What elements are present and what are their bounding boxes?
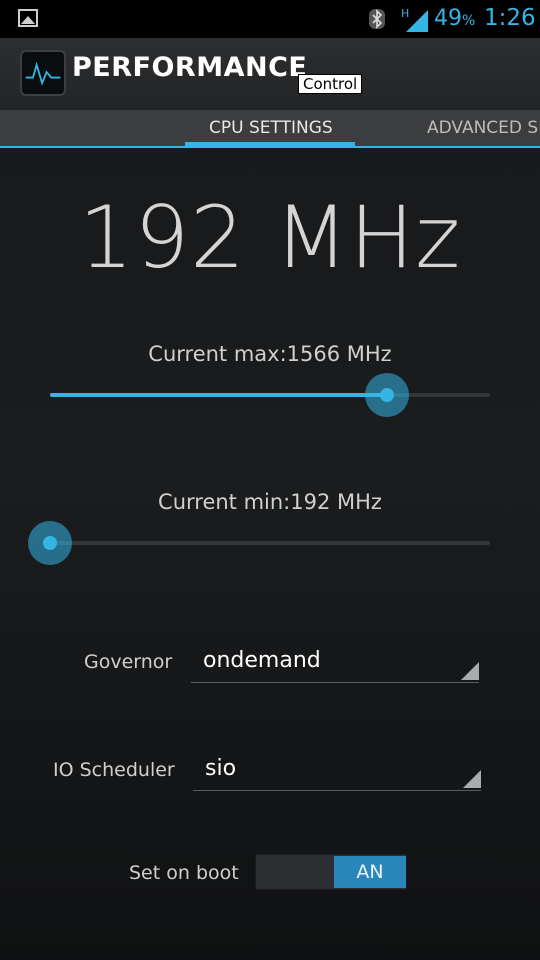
io-scheduler-dropdown[interactable]: sio	[193, 752, 481, 791]
io-scheduler-value: sio	[205, 756, 237, 781]
governor-value: ondemand	[203, 648, 321, 673]
action-bar: PERFORMANCE Control	[0, 38, 540, 110]
signal-icon: H	[401, 7, 428, 32]
tab-cpu-settings[interactable]: CPU SETTINGS	[209, 118, 333, 138]
set-on-boot-toggle[interactable]: AN	[255, 854, 407, 890]
app-title: PERFORMANCE	[72, 52, 308, 83]
max-frequency-label: Current max:1566 MHz	[148, 342, 392, 366]
battery-value: 49	[434, 6, 462, 31]
app-subtitle: Control	[298, 74, 363, 94]
battery-unit: %	[462, 13, 476, 29]
governor-dropdown[interactable]: ondemand	[191, 644, 479, 683]
set-on-boot-label: Set on boot	[129, 862, 239, 884]
network-type-label: H	[401, 7, 409, 20]
max-slider-fill	[50, 393, 387, 397]
tab-advanced-settings[interactable]: ADVANCED SE	[427, 118, 540, 138]
battery-percentage: 49%	[434, 6, 475, 31]
clock: 1:26	[484, 5, 536, 31]
min-frequency-slider[interactable]	[28, 521, 490, 565]
min-slider-thumb[interactable]	[28, 521, 72, 565]
current-frequency: 192 MHz	[78, 188, 462, 288]
min-frequency-label: Current min:192 MHz	[158, 490, 382, 514]
image-notification-icon	[18, 9, 38, 27]
tab-indicator	[185, 142, 355, 148]
io-scheduler-label: IO Scheduler	[53, 759, 175, 781]
toggle-on-state: AN	[334, 856, 406, 888]
max-slider-thumb[interactable]	[365, 373, 409, 417]
pulse-monitor-icon[interactable]	[20, 50, 66, 96]
status-bar: H 49% 1:26	[0, 0, 540, 38]
governor-label: Governor	[84, 651, 173, 673]
bluetooth-icon	[369, 9, 385, 29]
dropdown-arrow-icon	[461, 662, 479, 680]
max-frequency-slider[interactable]	[50, 373, 490, 417]
dropdown-arrow-icon	[463, 770, 481, 788]
